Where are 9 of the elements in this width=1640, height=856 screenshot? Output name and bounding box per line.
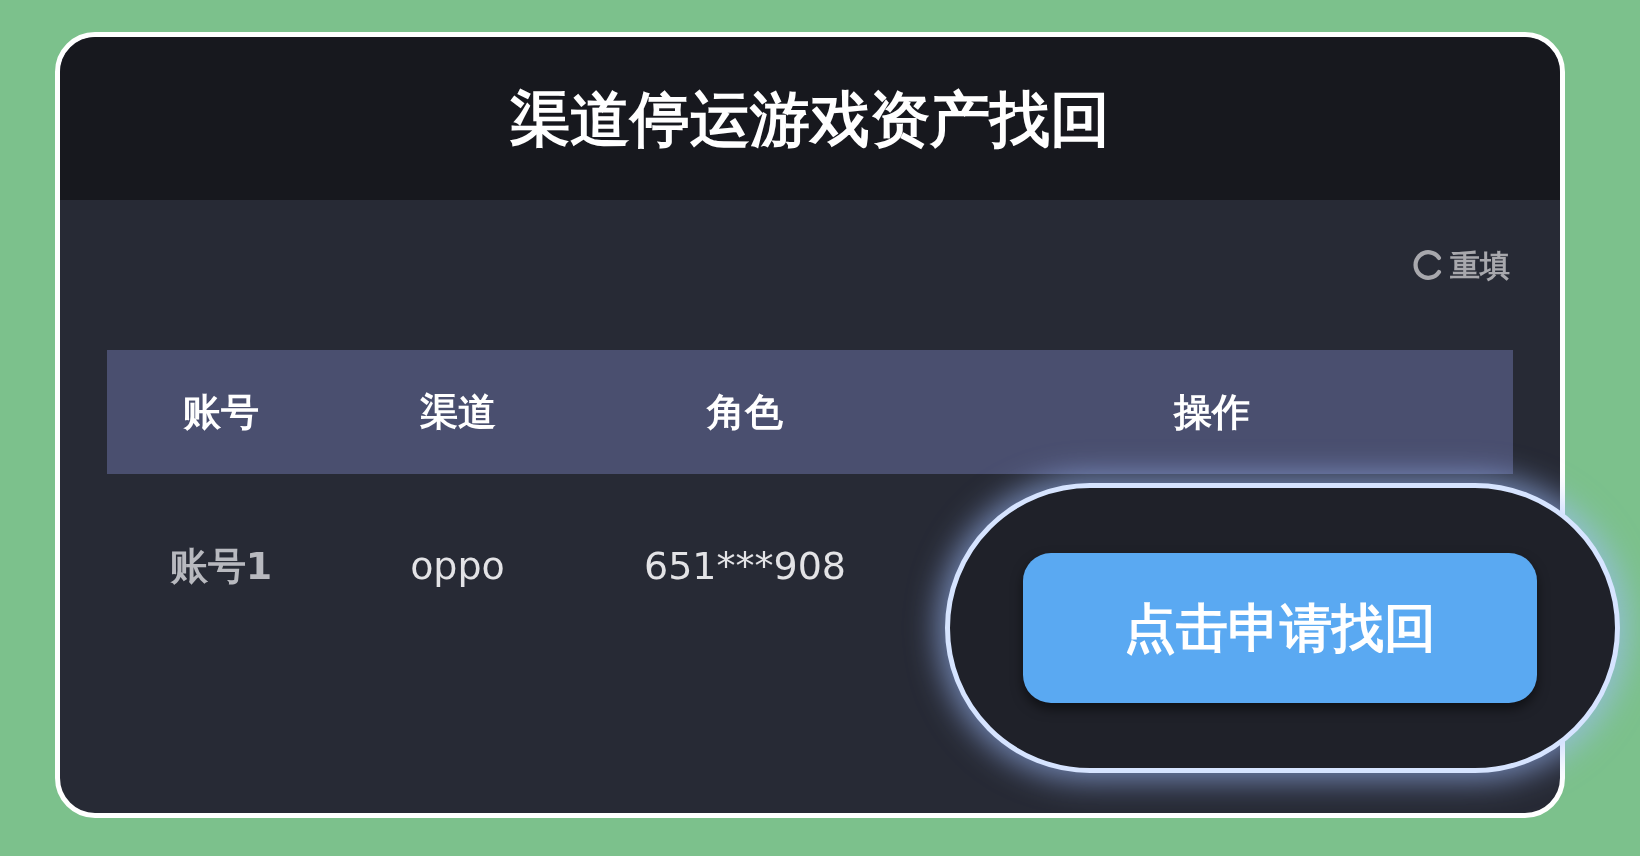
table-cell-text: 账号1 bbox=[169, 543, 273, 590]
reset-button[interactable]: 重填 bbox=[1412, 240, 1510, 290]
column-header: 操作 bbox=[1173, 388, 1250, 436]
dialog-title: 渠道停运游戏资产找回 bbox=[510, 82, 1110, 156]
column-header: 账号 bbox=[183, 388, 259, 436]
column-header: 角色 bbox=[707, 388, 783, 436]
table-cell-text: 651***908 bbox=[643, 543, 847, 590]
column-header: 渠道 bbox=[419, 388, 496, 436]
table-cell-text: oppo bbox=[410, 543, 505, 590]
